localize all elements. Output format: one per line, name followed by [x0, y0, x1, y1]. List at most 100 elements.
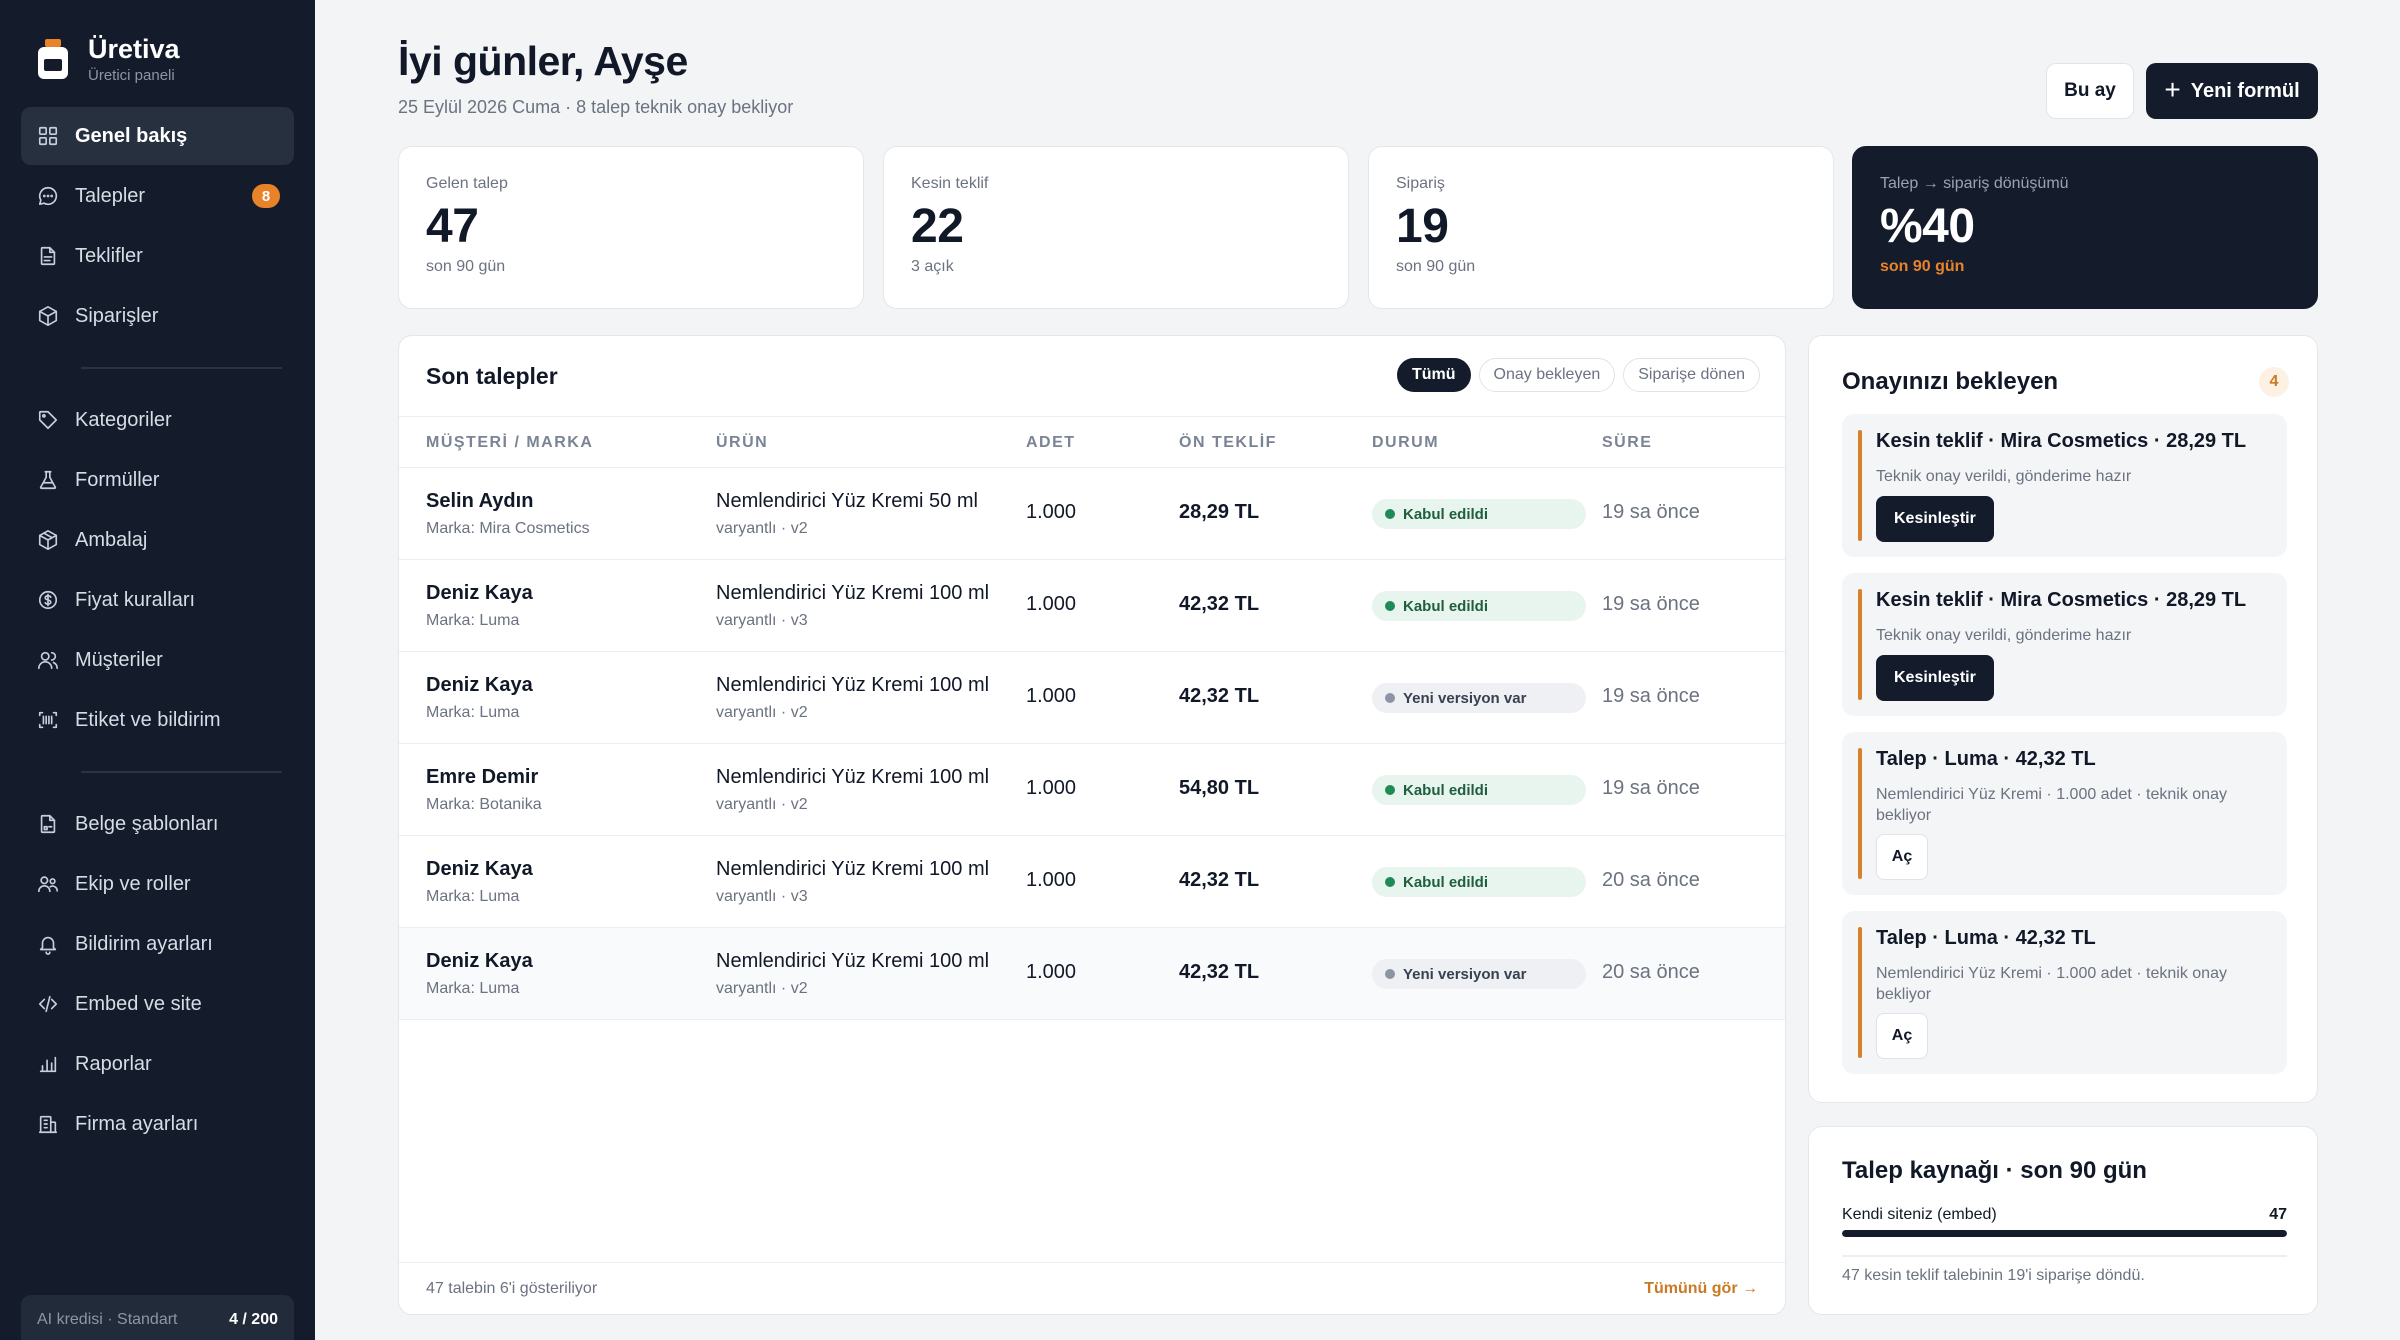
brand-name: Marka: Luma: [426, 888, 520, 905]
chart-icon: [37, 1053, 59, 1075]
sidebar-item[interactable]: Ambalaj: [21, 511, 294, 569]
pre-quote-price: 42,32 TL: [1179, 593, 1260, 615]
finalize-button[interactable]: Kesinleştir: [1876, 655, 1994, 701]
ai-credit-label: AI kredisi · Standart: [37, 1311, 178, 1328]
stat-label: Sipariş: [1396, 175, 1445, 192]
filter-all[interactable]: Tümü: [1396, 358, 1471, 392]
sidebar-item-label: Genel bakış: [75, 124, 188, 147]
sidebar-item[interactable]: Fiyat kuralları: [21, 571, 294, 629]
sidebar-item-label: Ambalaj: [75, 528, 148, 551]
status-badge: Yeni versiyon var: [1372, 683, 1586, 713]
sidebar-item-label: Fiyat kuralları: [75, 588, 196, 611]
approval-description: Nemlendirici Yüz Kremi · 1.000 adet · te…: [1876, 786, 2227, 824]
open-button[interactable]: Aç: [1876, 1013, 1928, 1059]
brand-subtitle: Üretici paneli: [88, 67, 175, 84]
panel-title: Talep kaynağı · son 90 gün: [1842, 1157, 2147, 1184]
stat-label: Gelen talep: [426, 175, 508, 192]
approval-card[interactable]: Talep · Luma · 42,32 TL Nemlendirici Yüz …: [1842, 732, 2287, 895]
column-header[interactable]: DURUM: [1372, 434, 1439, 452]
quantity: 1.000: [1026, 777, 1077, 799]
approval-card[interactable]: Kesin teklif · Mira Cosmetics · 28,29 TL…: [1842, 573, 2287, 716]
panel-title: Onayınızı bekleyen: [1842, 368, 2059, 395]
filter-ordered[interactable]: Siparişe dönen: [1623, 358, 1760, 392]
barcode-icon: [37, 709, 59, 731]
product-name: Nemlendirici Yüz Kremi 100 ml: [716, 674, 990, 696]
code-icon: [37, 993, 59, 1015]
finalize-button[interactable]: Kesinleştir: [1876, 496, 1994, 542]
sidebar-item[interactable]: Raporlar: [21, 1035, 294, 1093]
stat-value: 47: [426, 200, 479, 253]
open-button[interactable]: Aç: [1876, 834, 1928, 880]
sidebar-nav: Genel bakış Talepler 8 Teklifler Siparişler K…: [21, 107, 294, 1155]
quantity: 1.000: [1026, 869, 1077, 891]
approvals-count-badge: 4: [2259, 367, 2289, 397]
sidebar-item[interactable]: Etiket ve bildirim: [21, 691, 294, 749]
quantity: 1.000: [1026, 501, 1077, 523]
sidebar-item-label: Talepler: [75, 184, 146, 207]
approval-title: Kesin teklif · Mira Cosmetics · 28,29 TL: [1876, 430, 2247, 452]
status-label: Yeni versiyon var: [1403, 689, 1527, 707]
sidebar-item[interactable]: Müşteriler: [21, 631, 294, 689]
table-row[interactable]: Deniz Kaya Marka: Luma Nemlendirici Yüz Kr…: [399, 836, 1785, 928]
status-badge: Kabul edildi: [1372, 499, 1586, 529]
column-header[interactable]: SÜRE: [1602, 434, 1652, 452]
doc-template-icon: [37, 813, 59, 835]
source-value: 47: [2269, 1206, 2287, 1223]
column-header[interactable]: MÜŞTERİ / MARKA: [426, 434, 593, 452]
table-header: MÜŞTERİ / MARKA ÜRÜN ADET ÖN TEKLİF DURU…: [399, 416, 1785, 468]
sidebar-item[interactable]: Firma ayarları: [21, 1095, 294, 1153]
quantity: 1.000: [1026, 593, 1077, 615]
table-row[interactable]: Deniz Kaya Marka: Luma Nemlendirici Yüz Kr…: [399, 928, 1785, 1020]
sidebar-item[interactable]: Ekip ve roller: [21, 855, 294, 913]
recent-requests-panel: Son talepler Tümü Onay bekleyen Siparişe…: [398, 335, 1786, 1315]
stat-value: %40: [1880, 200, 1975, 253]
see-all-link[interactable]: Tümünü gör →: [1644, 1280, 1758, 1298]
sidebar-item[interactable]: Belge şablonları: [21, 795, 294, 853]
brand-name: Marka: Luma: [426, 612, 520, 629]
new-formula-button[interactable]: + Yeni formül: [2146, 63, 2318, 119]
column-header[interactable]: ÖN TEKLİF: [1179, 434, 1277, 452]
status-dot-icon: [1385, 785, 1395, 795]
table-row[interactable]: Selin Aydın Marka: Mira Cosmetics Nemlendi…: [399, 468, 1785, 560]
approval-card[interactable]: Kesin teklif · Mira Cosmetics · 28,29 TL…: [1842, 414, 2287, 557]
filter-pending[interactable]: Onay bekleyen: [1478, 358, 1616, 392]
sidebar-item-label: Firma ayarları: [75, 1112, 199, 1135]
sidebar-item[interactable]: Kategoriler: [21, 391, 294, 449]
accent-bar: [1858, 430, 1862, 541]
sidebar-item[interactable]: Teklifler: [21, 227, 294, 285]
sidebar-item-label: Müşteriler: [75, 648, 163, 671]
sidebar-item[interactable]: Siparişler: [21, 287, 294, 345]
period-button[interactable]: Bu ay: [2046, 63, 2134, 119]
sidebar-item-label: Raporlar: [75, 1052, 152, 1075]
document-icon: [37, 245, 59, 267]
stat-value: 19: [1396, 200, 1449, 253]
brand[interactable]: Üretiva Üretici paneli: [36, 36, 180, 84]
status-dot-icon: [1385, 509, 1395, 519]
table-row[interactable]: Emre Demir Marka: Botanika Nemlendirici Yü…: [399, 744, 1785, 836]
elapsed-time: 19 sa önce: [1602, 777, 1700, 799]
elapsed-time: 20 sa önce: [1602, 869, 1700, 891]
source-progress-fill: [1842, 1230, 2287, 1237]
brand-name: Marka: Botanika: [426, 796, 542, 813]
stat-card-orders: Sipariş 19 son 90 gün: [1368, 146, 1834, 309]
request-filters: Tümü Onay bekleyen Siparişe dönen: [1396, 358, 1760, 392]
table-row[interactable]: Deniz Kaya Marka: Luma Nemlendirici Yüz Kr…: [399, 560, 1785, 652]
row-count: 47 talebin 6'i gösteriliyor: [426, 1280, 598, 1297]
table-footer: 47 talebin 6'i gösteriliyor Tümünü gör →: [399, 1262, 1785, 1314]
sidebar-item[interactable]: Embed ve site: [21, 975, 294, 1033]
table-row[interactable]: Deniz Kaya Marka: Luma Nemlendirici Yüz Kr…: [399, 652, 1785, 744]
sidebar-item[interactable]: Formüller: [21, 451, 294, 509]
status-label: Kabul edildi: [1403, 505, 1489, 523]
page-title: İyi günler, Ayşe: [398, 38, 688, 84]
sidebar-item[interactable]: Bildirim ayarları: [21, 915, 294, 973]
status-label: Yeni versiyon var: [1403, 965, 1527, 983]
product-name: Nemlendirici Yüz Kremi 100 ml: [716, 950, 990, 972]
approval-card[interactable]: Talep · Luma · 42,32 TL Nemlendirici Yüz …: [1842, 911, 2287, 1074]
column-header[interactable]: ÜRÜN: [716, 434, 768, 452]
approval-title: Kesin teklif · Mira Cosmetics · 28,29 TL: [1876, 589, 2247, 611]
column-header[interactable]: ADET: [1026, 434, 1076, 452]
box-icon: [37, 305, 59, 327]
status-badge: Kabul edildi: [1372, 591, 1586, 621]
sidebar-item[interactable]: Genel bakış: [21, 107, 294, 165]
sidebar-item[interactable]: Talepler 8: [21, 167, 294, 225]
